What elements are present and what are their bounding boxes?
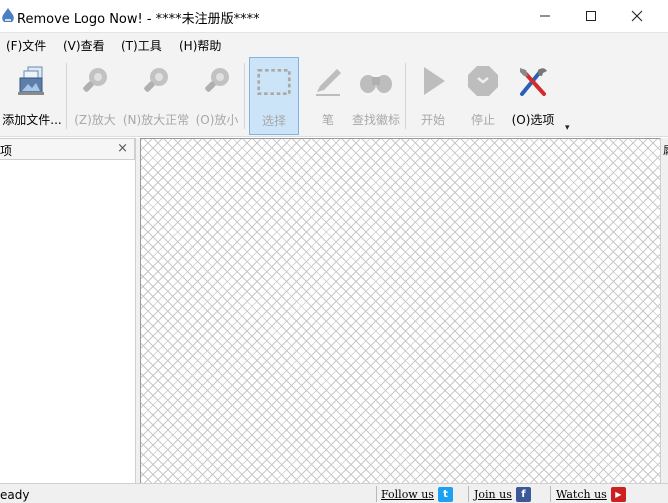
left-panel-close-icon[interactable]: ×	[117, 141, 128, 156]
zoom-out-button[interactable]: (O)放小	[194, 57, 240, 135]
title-bar: Remove Logo Now! - ****未注册版****	[0, 0, 668, 33]
zoom-in-label: (Z)放大	[74, 113, 116, 127]
menu-file[interactable]: (F)文件	[6, 37, 46, 54]
left-panel: 项 ×	[0, 138, 136, 483]
facebook-icon: f	[515, 486, 531, 502]
minimize-button[interactable]	[522, 0, 568, 32]
add-files-label: 添加文件...	[2, 113, 62, 127]
pen-icon	[316, 69, 341, 96]
tools-icon	[520, 68, 547, 96]
join-us-link[interactable]: Join us f	[474, 486, 531, 502]
youtube-icon: ▶	[610, 486, 626, 502]
menu-tools[interactable]: (T)工具	[121, 37, 162, 54]
app-logo-icon	[2, 8, 14, 22]
status-text: eady	[0, 488, 30, 502]
options-label: (O)选项	[511, 113, 555, 127]
select-label: 选择	[261, 114, 286, 128]
zoom-normal-icon	[144, 68, 168, 92]
follow-us-text: Follow us	[381, 487, 434, 501]
status-bar: eady Follow us t Join us f Watch us ▶	[0, 483, 668, 503]
stop-button[interactable]: 停止	[460, 57, 506, 135]
select-button[interactable]: 选择	[249, 57, 299, 135]
pen-button[interactable]: 笔	[306, 57, 350, 135]
status-separator	[550, 486, 551, 502]
right-panel-collapsed[interactable]: 属	[660, 138, 668, 483]
maximize-button[interactable]	[568, 0, 614, 32]
status-separator	[376, 486, 377, 502]
join-us-text: Join us	[474, 487, 512, 501]
find-logo-label: 查找徽标	[351, 113, 400, 127]
left-panel-title: 项	[0, 144, 13, 158]
pen-label: 笔	[321, 113, 334, 127]
zoom-out-label: (O)放小	[195, 113, 239, 127]
image-canvas[interactable]	[140, 138, 660, 483]
options-button[interactable]: (O)选项	[508, 57, 558, 135]
binoculars-icon	[360, 75, 392, 93]
start-button[interactable]: 开始	[410, 57, 456, 135]
window-title: Remove Logo Now! - ****未注册版****	[17, 12, 260, 27]
stop-label: 停止	[470, 113, 495, 127]
stop-icon	[468, 66, 498, 96]
maximize-icon	[586, 11, 596, 21]
zoom-in-button[interactable]: (Z)放大	[72, 57, 118, 135]
toolbar-separator	[66, 63, 67, 129]
toolbar-overflow-chevron-icon[interactable]: ▾	[565, 123, 570, 133]
add-files-button[interactable]: 添加文件...	[0, 57, 64, 135]
menu-bar: (F)文件 (V)查看 (T)工具 (H)帮助	[0, 33, 668, 57]
play-icon	[424, 67, 445, 95]
add-files-icon	[18, 66, 44, 95]
zoom-normal-label: (N)放大正常	[122, 113, 190, 127]
toolbar-separator	[244, 63, 245, 129]
select-icon	[257, 68, 291, 96]
close-icon	[631, 10, 643, 22]
watch-us-link[interactable]: Watch us ▶	[556, 486, 626, 502]
start-label: 开始	[420, 113, 445, 127]
follow-us-link[interactable]: Follow us t	[381, 486, 453, 502]
zoom-normal-button[interactable]: (N)放大正常	[122, 57, 190, 135]
find-logo-button[interactable]: 查找徽标	[350, 57, 402, 135]
menu-help[interactable]: (H)帮助	[179, 37, 221, 54]
close-button[interactable]	[614, 0, 660, 32]
watch-us-text: Watch us	[556, 487, 607, 501]
minimize-icon	[540, 15, 550, 17]
twitter-icon: t	[437, 486, 453, 502]
zoom-in-icon	[83, 68, 107, 92]
toolbar-separator	[405, 63, 406, 129]
status-separator	[468, 486, 469, 502]
zoom-out-icon	[205, 68, 229, 92]
left-panel-header: 项 ×	[0, 138, 135, 160]
right-panel-label: 属	[663, 142, 668, 158]
menu-view[interactable]: (V)查看	[63, 37, 105, 54]
toolbar: 添加文件... (Z)放大 (N)放大正常 (O)放小 选择 笔 查找徽标 开始…	[0, 57, 668, 137]
